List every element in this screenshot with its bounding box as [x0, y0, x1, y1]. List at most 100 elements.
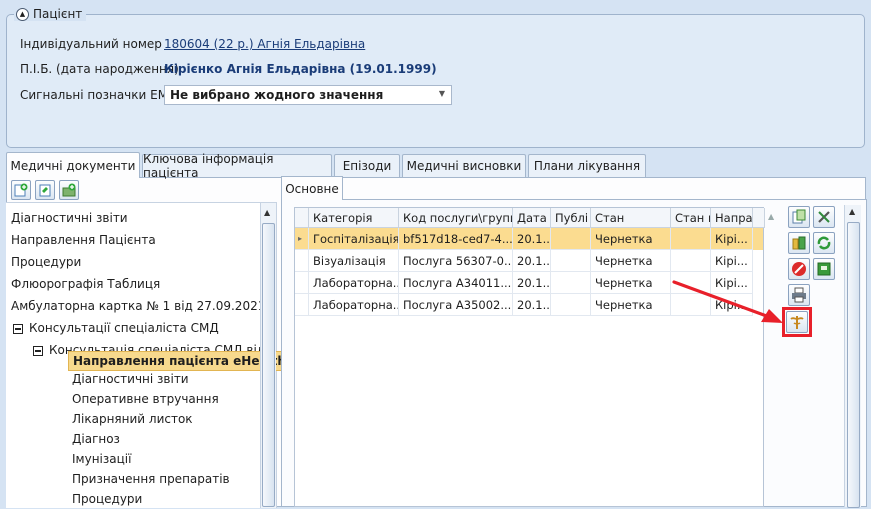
- tree-item-label: Флюорографія Таблиця: [11, 277, 161, 291]
- tree-item-ehealth-referral[interactable]: Направлення пацієнта eHealth: [68, 351, 291, 371]
- tree-item-label: Направлення пацієнта eHealth: [73, 354, 286, 368]
- grid-header-category[interactable]: Категорія: [309, 208, 399, 228]
- panel-scroll-thumb[interactable]: [847, 222, 860, 508]
- grid-scroll-up-icon[interactable]: ▲: [768, 212, 774, 221]
- tab-key-information[interactable]: Ключова інформація пацієнта: [142, 152, 332, 180]
- emk-label: Сигнальні позначки ЕМК: [20, 88, 177, 102]
- cell-date: 20.1...: [513, 250, 551, 272]
- document-edit-icon: [39, 184, 51, 197]
- cell-date: 20.1...: [513, 294, 551, 316]
- patient-name: Кірієнко Агнія Ельдарівна (19.01.1999): [164, 62, 437, 76]
- grid-header-service-code[interactable]: Код послуги\групи: [399, 208, 513, 228]
- cell-date: 20.1...: [513, 272, 551, 294]
- sign-button[interactable]: [788, 232, 810, 254]
- tree-scroll-thumb[interactable]: [262, 223, 275, 507]
- row-indicator: [295, 250, 309, 272]
- tab-episodes[interactable]: Епізоди: [334, 154, 400, 177]
- document-tree: Діагностичні звіти Направлення Пацієнта …: [6, 202, 291, 509]
- add-document-icon: [14, 183, 28, 197]
- tree-item-outpatient-card[interactable]: Амбулаторна картка № 1 від 27.09.2021: [11, 296, 265, 316]
- cell-published: [551, 272, 591, 294]
- add-document-button[interactable]: [11, 180, 31, 200]
- tree-item-surgery[interactable]: Оперативне втручання: [72, 389, 219, 409]
- tab-medical-documents[interactable]: Медичні документи: [6, 152, 140, 178]
- cell-published: [551, 228, 591, 250]
- cell-date: 20.1...: [513, 228, 551, 250]
- emk-select-value: Не вибрано жодного значення: [170, 88, 384, 102]
- tools-icon: [818, 211, 830, 223]
- tree-item-label: Імунізації: [72, 452, 132, 466]
- tab-label: Епізоди: [342, 159, 392, 173]
- grid-header-extra: [753, 208, 765, 228]
- cell-category: Лабораторна...: [309, 294, 399, 316]
- collapse-tree-icon[interactable]: [33, 345, 43, 356]
- grid-row-indicator-header: [295, 208, 309, 228]
- emk-select[interactable]: Не вибрано жодного значення ▼: [164, 85, 452, 105]
- grid-header-direction[interactable]: Напра: [711, 208, 753, 228]
- tree-item-prescriptions[interactable]: Призначення препаратів: [72, 469, 230, 489]
- patient-id-link[interactable]: 180604 (22 р.) Агнія Ельдарівна: [164, 37, 365, 51]
- cell-service-code: Послуга А35002...: [399, 294, 513, 316]
- tab-label: Медичні висновки: [406, 159, 522, 173]
- tree-item-label: Амбулаторна картка № 1 від 27.09.2021: [11, 299, 266, 313]
- tree-item-diagnostic-reports[interactable]: Діагностичні звіти: [11, 208, 128, 228]
- patient-group-title: Пацієнт: [33, 7, 83, 21]
- add-folder-button[interactable]: [59, 180, 79, 200]
- cell-status: Чернетка: [591, 250, 671, 272]
- cancel-button[interactable]: [788, 258, 810, 280]
- tree-item-procedures[interactable]: Процедури: [11, 252, 81, 272]
- name-label: П.І.Б. (дата народження): [20, 62, 179, 76]
- tree-item-fluorography[interactable]: Флюорографія Таблиця: [11, 274, 160, 294]
- scroll-up-icon[interactable]: ▲: [849, 207, 855, 216]
- print-button[interactable]: [788, 284, 810, 306]
- tab-label: Медичні документи: [10, 158, 136, 173]
- table-row[interactable]: Візуалізація Послуга 56307-0... 20.1... …: [295, 250, 763, 272]
- cell-published: [551, 294, 591, 316]
- tree-item-immunizations[interactable]: Імунізації: [72, 449, 131, 469]
- cancel-icon: [792, 262, 806, 276]
- tree-item-label: Діагностичні звіти: [11, 211, 128, 225]
- tab-basic[interactable]: Основне: [281, 176, 343, 200]
- row-indicator: [295, 272, 309, 294]
- cell-status: Чернетка: [591, 228, 671, 250]
- grid-header-status-ehealth[interactable]: Стан в: [671, 208, 711, 228]
- patient-group-header[interactable]: ▲ Пацієнт: [14, 7, 87, 21]
- tree-item-label: Направлення Пацієнта: [11, 233, 156, 247]
- cell-status: Чернетка: [591, 272, 671, 294]
- tools-button[interactable]: [813, 206, 835, 228]
- tree-item-diagnosis[interactable]: Діагноз: [72, 429, 120, 449]
- id-label: Індивідуальний номер: [20, 37, 162, 51]
- add-folder-icon: [62, 183, 76, 197]
- cell-status-ehealth: [671, 250, 711, 272]
- edit-document-button[interactable]: [35, 180, 55, 200]
- tab-treatment-plans[interactable]: Плани лікування: [528, 154, 646, 177]
- cell-direction: Кірі...: [711, 228, 753, 250]
- collapse-icon[interactable]: ▲: [16, 7, 29, 21]
- cell-published: [551, 250, 591, 272]
- referrals-grid: Категорія Код послуги\групи Дата Публі С…: [294, 207, 765, 507]
- grid-header-status[interactable]: Стан: [591, 208, 671, 228]
- tab-label: Основне: [285, 181, 339, 196]
- tree-item-procedures-sub[interactable]: Процедури: [72, 489, 142, 509]
- tree-item-diagnostic-reports-sub[interactable]: Діагностичні звіти: [72, 369, 189, 389]
- collapse-tree-icon[interactable]: [13, 323, 23, 334]
- copy-document-icon: [792, 209, 806, 224]
- cell-category: Візуалізація: [309, 250, 399, 272]
- tab-medical-conclusions[interactable]: Медичні висновки: [402, 154, 526, 177]
- copy-document-button[interactable]: [788, 206, 810, 228]
- annotation-arrow: [672, 280, 783, 323]
- refresh-button[interactable]: [813, 232, 835, 254]
- cell-status: Чернетка: [591, 294, 671, 316]
- tab-label: Плани лікування: [533, 159, 641, 173]
- tree-scrollbar[interactable]: ▲: [260, 203, 276, 508]
- grid-header-published[interactable]: Публі: [551, 208, 591, 228]
- scroll-up-icon[interactable]: ▲: [264, 208, 270, 217]
- tree-item-patient-referrals[interactable]: Направлення Пацієнта: [11, 230, 156, 250]
- panel-scrollbar[interactable]: ▲: [844, 205, 861, 508]
- flag-icon: [817, 262, 831, 276]
- flag-button[interactable]: [813, 258, 835, 280]
- table-row[interactable]: ▸ Госпіталізація bf517d18-ced7-4... 20.1…: [295, 228, 763, 250]
- tree-item-sick-leave[interactable]: Лікарняний листок: [72, 409, 193, 429]
- tree-item-specialist-consultations[interactable]: Консультації спеціаліста СМД: [13, 318, 219, 338]
- grid-header-date[interactable]: Дата: [513, 208, 551, 228]
